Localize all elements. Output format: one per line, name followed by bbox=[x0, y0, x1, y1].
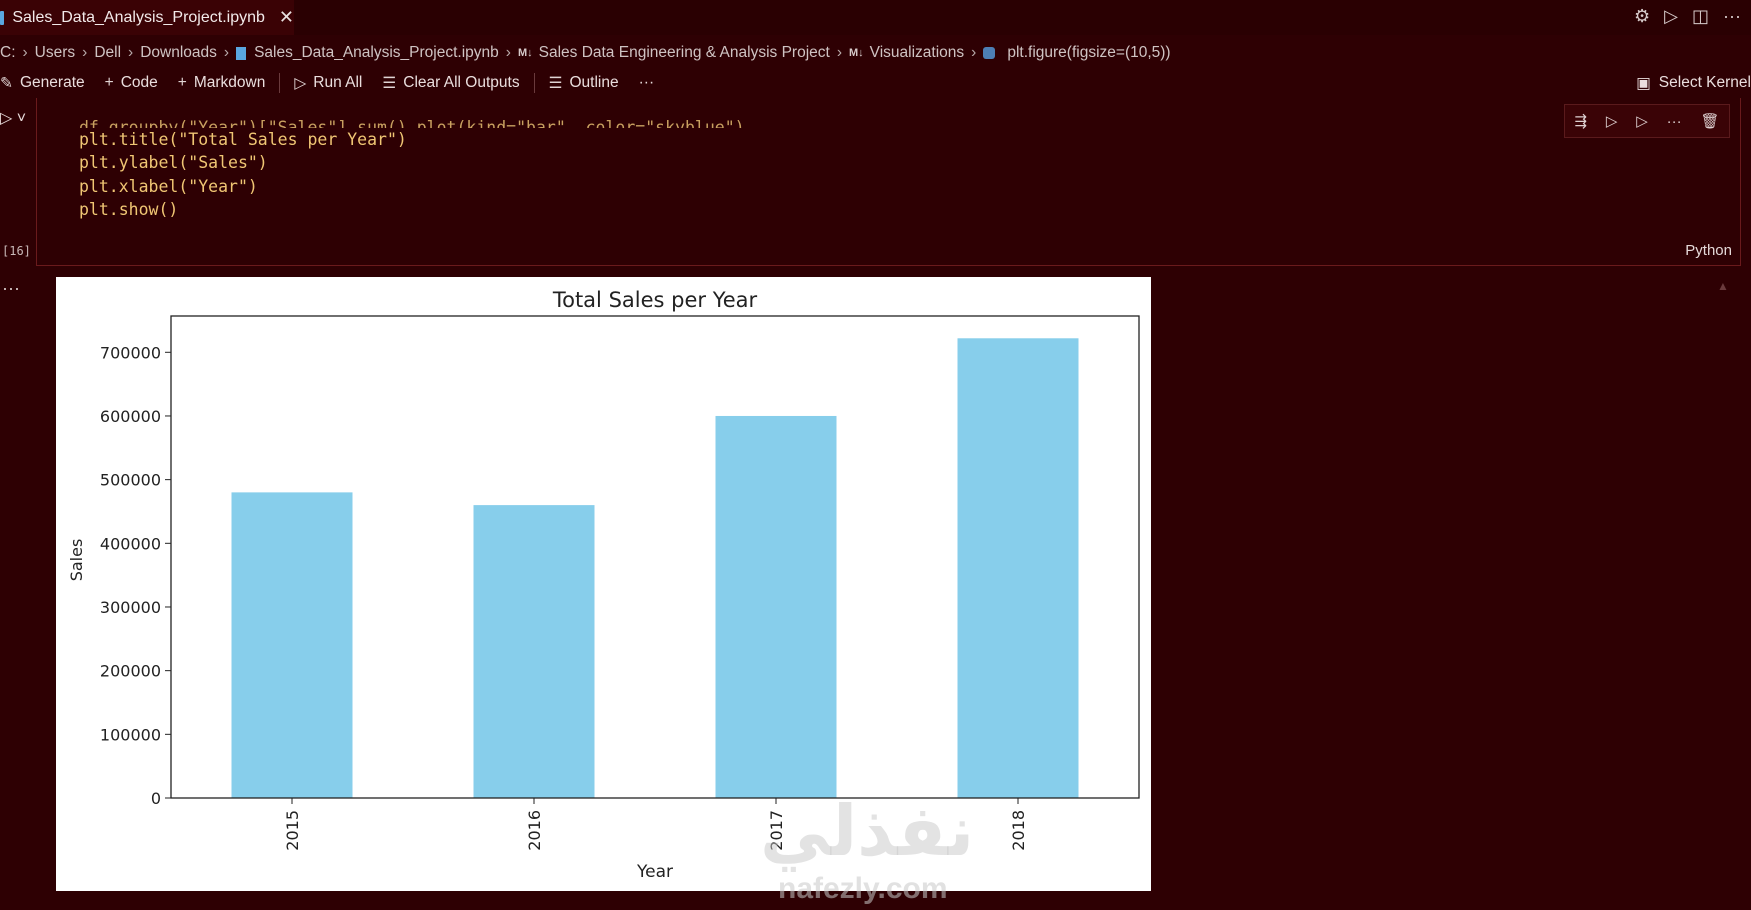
plus-icon: + bbox=[177, 74, 187, 91]
watermark-arabic: نفذلي bbox=[760, 792, 975, 870]
chevron-right-icon: › bbox=[22, 44, 28, 61]
bar-2016 bbox=[473, 505, 595, 798]
execution-count: [16] bbox=[2, 244, 31, 258]
outline-button[interactable]: ☰ Outline bbox=[549, 74, 619, 93]
code-line-1: df.groupby("Year")["Sales"].sum().plot(k… bbox=[79, 117, 745, 128]
clear-outputs-button[interactable]: ☰ Clear All Outputs bbox=[382, 74, 519, 93]
clear-outputs-label: Clear All Outputs bbox=[403, 74, 520, 91]
bar-2015 bbox=[231, 492, 353, 798]
list-icon: ☰ bbox=[548, 74, 563, 92]
y-tick-label: 200000 bbox=[100, 662, 161, 681]
chevron-right-icon: › bbox=[223, 44, 230, 61]
editor-actions: ⚙ ▷ ◫ ··· bbox=[1634, 6, 1741, 27]
breadcrumb-item-downloads[interactable]: Downloads bbox=[140, 44, 217, 62]
x-tick-label: 2015 bbox=[283, 810, 302, 851]
markdown-icon: M↓ bbox=[517, 47, 533, 59]
generate-label: Generate bbox=[20, 74, 85, 91]
bar-2018 bbox=[957, 338, 1079, 798]
clear-all-icon: ☰ bbox=[382, 74, 397, 92]
bars-group bbox=[231, 338, 1079, 798]
breadcrumb-item-dell[interactable]: Dell bbox=[94, 44, 121, 62]
notebook-file-icon bbox=[236, 46, 247, 60]
select-kernel-button[interactable]: ▣ Select Kernel bbox=[1636, 68, 1751, 98]
breadcrumb: C: › Users › Dell › Downloads › Sales_Da… bbox=[0, 40, 1171, 66]
code-line-5: plt.show() bbox=[79, 200, 179, 219]
y-tick-label: 500000 bbox=[100, 471, 161, 490]
chart-title: Total Sales per Year bbox=[552, 288, 758, 312]
execute-above-icon[interactable]: ▷ bbox=[1606, 112, 1618, 130]
y-ticks-group: 0 100000 200000 300000 400000 500000 600000 700… bbox=[100, 343, 171, 808]
chevron-right-icon: › bbox=[971, 44, 977, 61]
breadcrumb-item-cell[interactable]: plt.figure(figsize=(10,5)) bbox=[1007, 44, 1170, 62]
sparkle-icon: ✎ bbox=[0, 74, 13, 92]
add-code-button[interactable]: + Code bbox=[105, 74, 158, 92]
breadcrumb-item-notebook[interactable]: Sales_Data_Analysis_Project.ipynb bbox=[254, 44, 499, 62]
split-editor-icon[interactable]: ◫ bbox=[1692, 6, 1709, 27]
y-tick-label: 700000 bbox=[100, 343, 161, 362]
more-icon: ··· bbox=[638, 74, 655, 91]
markdown-label: Markdown bbox=[193, 74, 266, 91]
kernel-icon: ▣ bbox=[1636, 74, 1651, 92]
breadcrumb-item-users[interactable]: Users bbox=[35, 44, 75, 62]
code-line-3: plt.ylabel("Sales") bbox=[79, 153, 268, 172]
y-tick-label: 400000 bbox=[100, 534, 161, 553]
run-icon[interactable]: ▷ bbox=[1664, 6, 1678, 27]
run-by-line-icon[interactable]: ⇶ bbox=[1574, 112, 1587, 130]
select-kernel-label: Select Kernel bbox=[1658, 74, 1751, 91]
bar-chart: Total Sales per Year Sales Year 0 100000 2… bbox=[67, 288, 1140, 882]
chevron-right-icon: › bbox=[505, 44, 511, 61]
output-more-icon[interactable]: ··· bbox=[2, 278, 20, 299]
bar-2017 bbox=[715, 415, 837, 798]
play-icon: ▷ bbox=[294, 74, 307, 92]
breadcrumb-item-visualizations[interactable]: Visualizations bbox=[870, 44, 965, 62]
more-icon[interactable]: ··· bbox=[1667, 113, 1682, 130]
tab-notebook[interactable]: Sales_Data_Analysis_Project.ipynb ✕ bbox=[0, 0, 294, 35]
outline-label: Outline bbox=[569, 74, 619, 91]
gear-icon[interactable]: ⚙ bbox=[1634, 6, 1650, 27]
run-all-label: Run All bbox=[313, 74, 363, 91]
run-all-button[interactable]: ▷ Run All bbox=[294, 74, 362, 93]
breadcrumb-item-drive[interactable]: C: bbox=[0, 44, 16, 62]
close-tab-icon[interactable]: ✕ bbox=[279, 7, 294, 28]
code-label: Code bbox=[120, 74, 158, 91]
cell-toolbar: ⇶ ▷ ▷ ··· 🗑 bbox=[1564, 104, 1730, 138]
delete-icon[interactable]: 🗑 bbox=[1700, 112, 1719, 130]
run-cell-icon[interactable]: ▷ ˅ bbox=[0, 108, 26, 128]
tab-bar: Sales_Data_Analysis_Project.ipynb ✕ ⚙ ▷ … bbox=[0, 0, 1751, 35]
chevron-right-icon: › bbox=[128, 44, 134, 61]
notebook-file-icon bbox=[0, 10, 5, 25]
chart-output: Total Sales per Year Sales Year 0 100000 2… bbox=[56, 277, 1151, 891]
tab-title: Sales_Data_Analysis_Project.ipynb bbox=[12, 8, 265, 26]
execute-below-icon[interactable]: ▷ bbox=[1636, 112, 1648, 130]
x-tick-label: 2016 bbox=[525, 810, 544, 851]
more-toolbar-button[interactable]: ··· bbox=[639, 74, 655, 92]
y-axis-label: Sales bbox=[67, 539, 86, 582]
y-tick-label: 300000 bbox=[100, 598, 161, 617]
add-markdown-button[interactable]: + Markdown bbox=[178, 74, 266, 92]
code-editor[interactable]: df.groupby("Year")["Sales"].sum().plot(k… bbox=[79, 98, 745, 269]
chevron-right-icon: › bbox=[82, 44, 88, 61]
generate-button[interactable]: ✎ Generate bbox=[0, 74, 85, 93]
python-icon bbox=[983, 47, 996, 59]
watermark-url: nafezly.com bbox=[778, 872, 948, 905]
x-axis-label: Year bbox=[636, 862, 673, 882]
code-cell[interactable]: df.groupby("Year")["Sales"].sum().plot(k… bbox=[36, 98, 1741, 266]
chevron-right-icon: › bbox=[836, 44, 842, 61]
y-tick-label: 0 bbox=[151, 789, 161, 808]
plus-icon: + bbox=[104, 74, 114, 91]
markdown-icon: M↓ bbox=[849, 47, 864, 59]
more-actions-icon[interactable]: ··· bbox=[1723, 6, 1741, 27]
y-tick-label: 100000 bbox=[100, 725, 161, 744]
y-tick-label: 600000 bbox=[100, 407, 161, 426]
code-line-4: plt.xlabel("Year") bbox=[79, 176, 258, 196]
scroll-up-icon[interactable]: ▲ bbox=[1717, 279, 1729, 293]
toolbar-divider bbox=[533, 73, 535, 93]
cell-language[interactable]: Python bbox=[1685, 242, 1732, 259]
code-line-2: plt.title("Total Sales per Year") bbox=[79, 129, 407, 149]
breadcrumb-item-project[interactable]: Sales Data Engineering & Analysis Projec… bbox=[539, 44, 830, 62]
notebook-toolbar: ✎ Generate + Code + Markdown ▷ Run All ☰… bbox=[0, 68, 1751, 98]
x-tick-label: 2018 bbox=[1009, 810, 1028, 851]
toolbar-divider bbox=[279, 73, 281, 93]
